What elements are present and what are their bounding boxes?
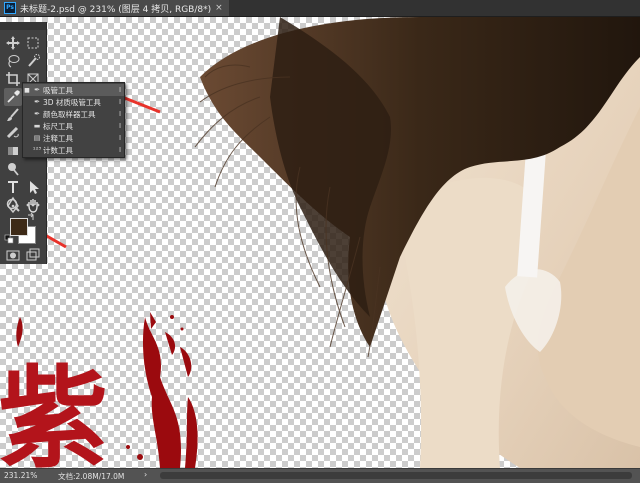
move-icon[interactable]: [4, 34, 22, 52]
quick-selection-icon[interactable]: [24, 52, 42, 70]
eyedropper-icon: ✒: [34, 86, 40, 94]
canvas-calligraphy-text: 紫: [0, 354, 108, 468]
3d-material-eyedropper-icon: ✒: [34, 98, 40, 106]
flyout-item-shortcut: I: [118, 98, 122, 106]
flyout-item-label: 注释工具: [43, 133, 73, 143]
dodge-icon[interactable]: [4, 160, 22, 178]
screen-mode-icon[interactable]: [24, 246, 42, 264]
healing-brush-icon[interactable]: [4, 124, 22, 142]
flyout-item-label: 颜色取样器工具: [43, 109, 96, 119]
flyout-item-shortcut: I: [118, 122, 122, 130]
flyout-item-label: 3D 材质吸管工具: [43, 97, 101, 107]
flyout-item-note[interactable]: ▤ 注释工具 I: [23, 132, 124, 144]
horizontal-scrollbar[interactable]: [160, 472, 632, 479]
document-tab[interactable]: Ps 未标题-2.psd @ 231% (图层 4 拷贝, RGB/8*) ×: [0, 0, 229, 16]
zoom-level-field[interactable]: 231.21%: [4, 471, 37, 480]
document-size-info: 文档:2.08M/17.0M: [58, 472, 125, 481]
more-tools-icon[interactable]: [24, 196, 42, 214]
path-selection-icon[interactable]: [24, 178, 42, 196]
flyout-item-label: 标尺工具: [43, 121, 73, 131]
crop-icon[interactable]: [4, 70, 22, 88]
brush-icon[interactable]: [4, 106, 22, 124]
eyedropper-icon[interactable]: [4, 88, 22, 106]
status-bar: 231.21% 文档:2.08M/17.0M ›: [0, 468, 640, 483]
foreground-color-swatch[interactable]: [10, 218, 28, 236]
flyout-item-ruler[interactable]: ▬ 标尺工具 I: [23, 120, 124, 132]
rectangular-marquee-icon[interactable]: [24, 34, 42, 52]
close-tab-icon[interactable]: ×: [215, 3, 223, 13]
count-icon: ¹²³: [32, 146, 42, 154]
type-icon[interactable]: [4, 178, 22, 196]
lasso-icon[interactable]: [4, 52, 22, 70]
zoom-icon[interactable]: [4, 196, 22, 214]
eraser-icon[interactable]: [4, 142, 22, 160]
photoshop-app-icon: Ps: [4, 2, 16, 14]
note-icon: ▤: [33, 134, 41, 142]
quick-mask-icon[interactable]: [4, 246, 22, 264]
flyout-item-shortcut: I: [118, 134, 122, 142]
flyout-item-shortcut: I: [118, 86, 122, 94]
status-menu-arrow-icon[interactable]: ›: [144, 470, 147, 479]
flyout-item-shortcut: I: [118, 110, 122, 118]
flyout-item-color-sampler[interactable]: ✒ 颜色取样器工具 I: [23, 108, 124, 120]
selected-bullet-icon: ■: [24, 86, 30, 94]
document-tab-title: 未标题-2.psd @ 231% (图层 4 拷贝, RGB/8*): [20, 4, 212, 15]
flyout-item-label: 计数工具: [43, 145, 73, 155]
flyout-item-count[interactable]: ¹²³ 计数工具 I: [23, 144, 124, 156]
flyout-item-3d-material-eyedropper[interactable]: ✒ 3D 材质吸管工具 I: [23, 96, 124, 108]
flyout-item-eyedropper[interactable]: ■ ✒ 吸管工具 I: [23, 84, 124, 96]
document-tab-bar: Ps 未标题-2.psd @ 231% (图层 4 拷贝, RGB/8*) ×: [0, 0, 640, 17]
ruler-icon: ▬: [33, 122, 41, 130]
eyedropper-tool-flyout-menu: ■ ✒ 吸管工具 I ✒ 3D 材质吸管工具 I ✒ 颜色取样器工具 I ▬ 标…: [22, 82, 125, 158]
flyout-item-label: 吸管工具: [43, 85, 73, 95]
flyout-item-shortcut: I: [118, 146, 122, 154]
color-sampler-icon: ✒: [34, 110, 40, 118]
toolbar-grip[interactable]: [0, 22, 46, 30]
